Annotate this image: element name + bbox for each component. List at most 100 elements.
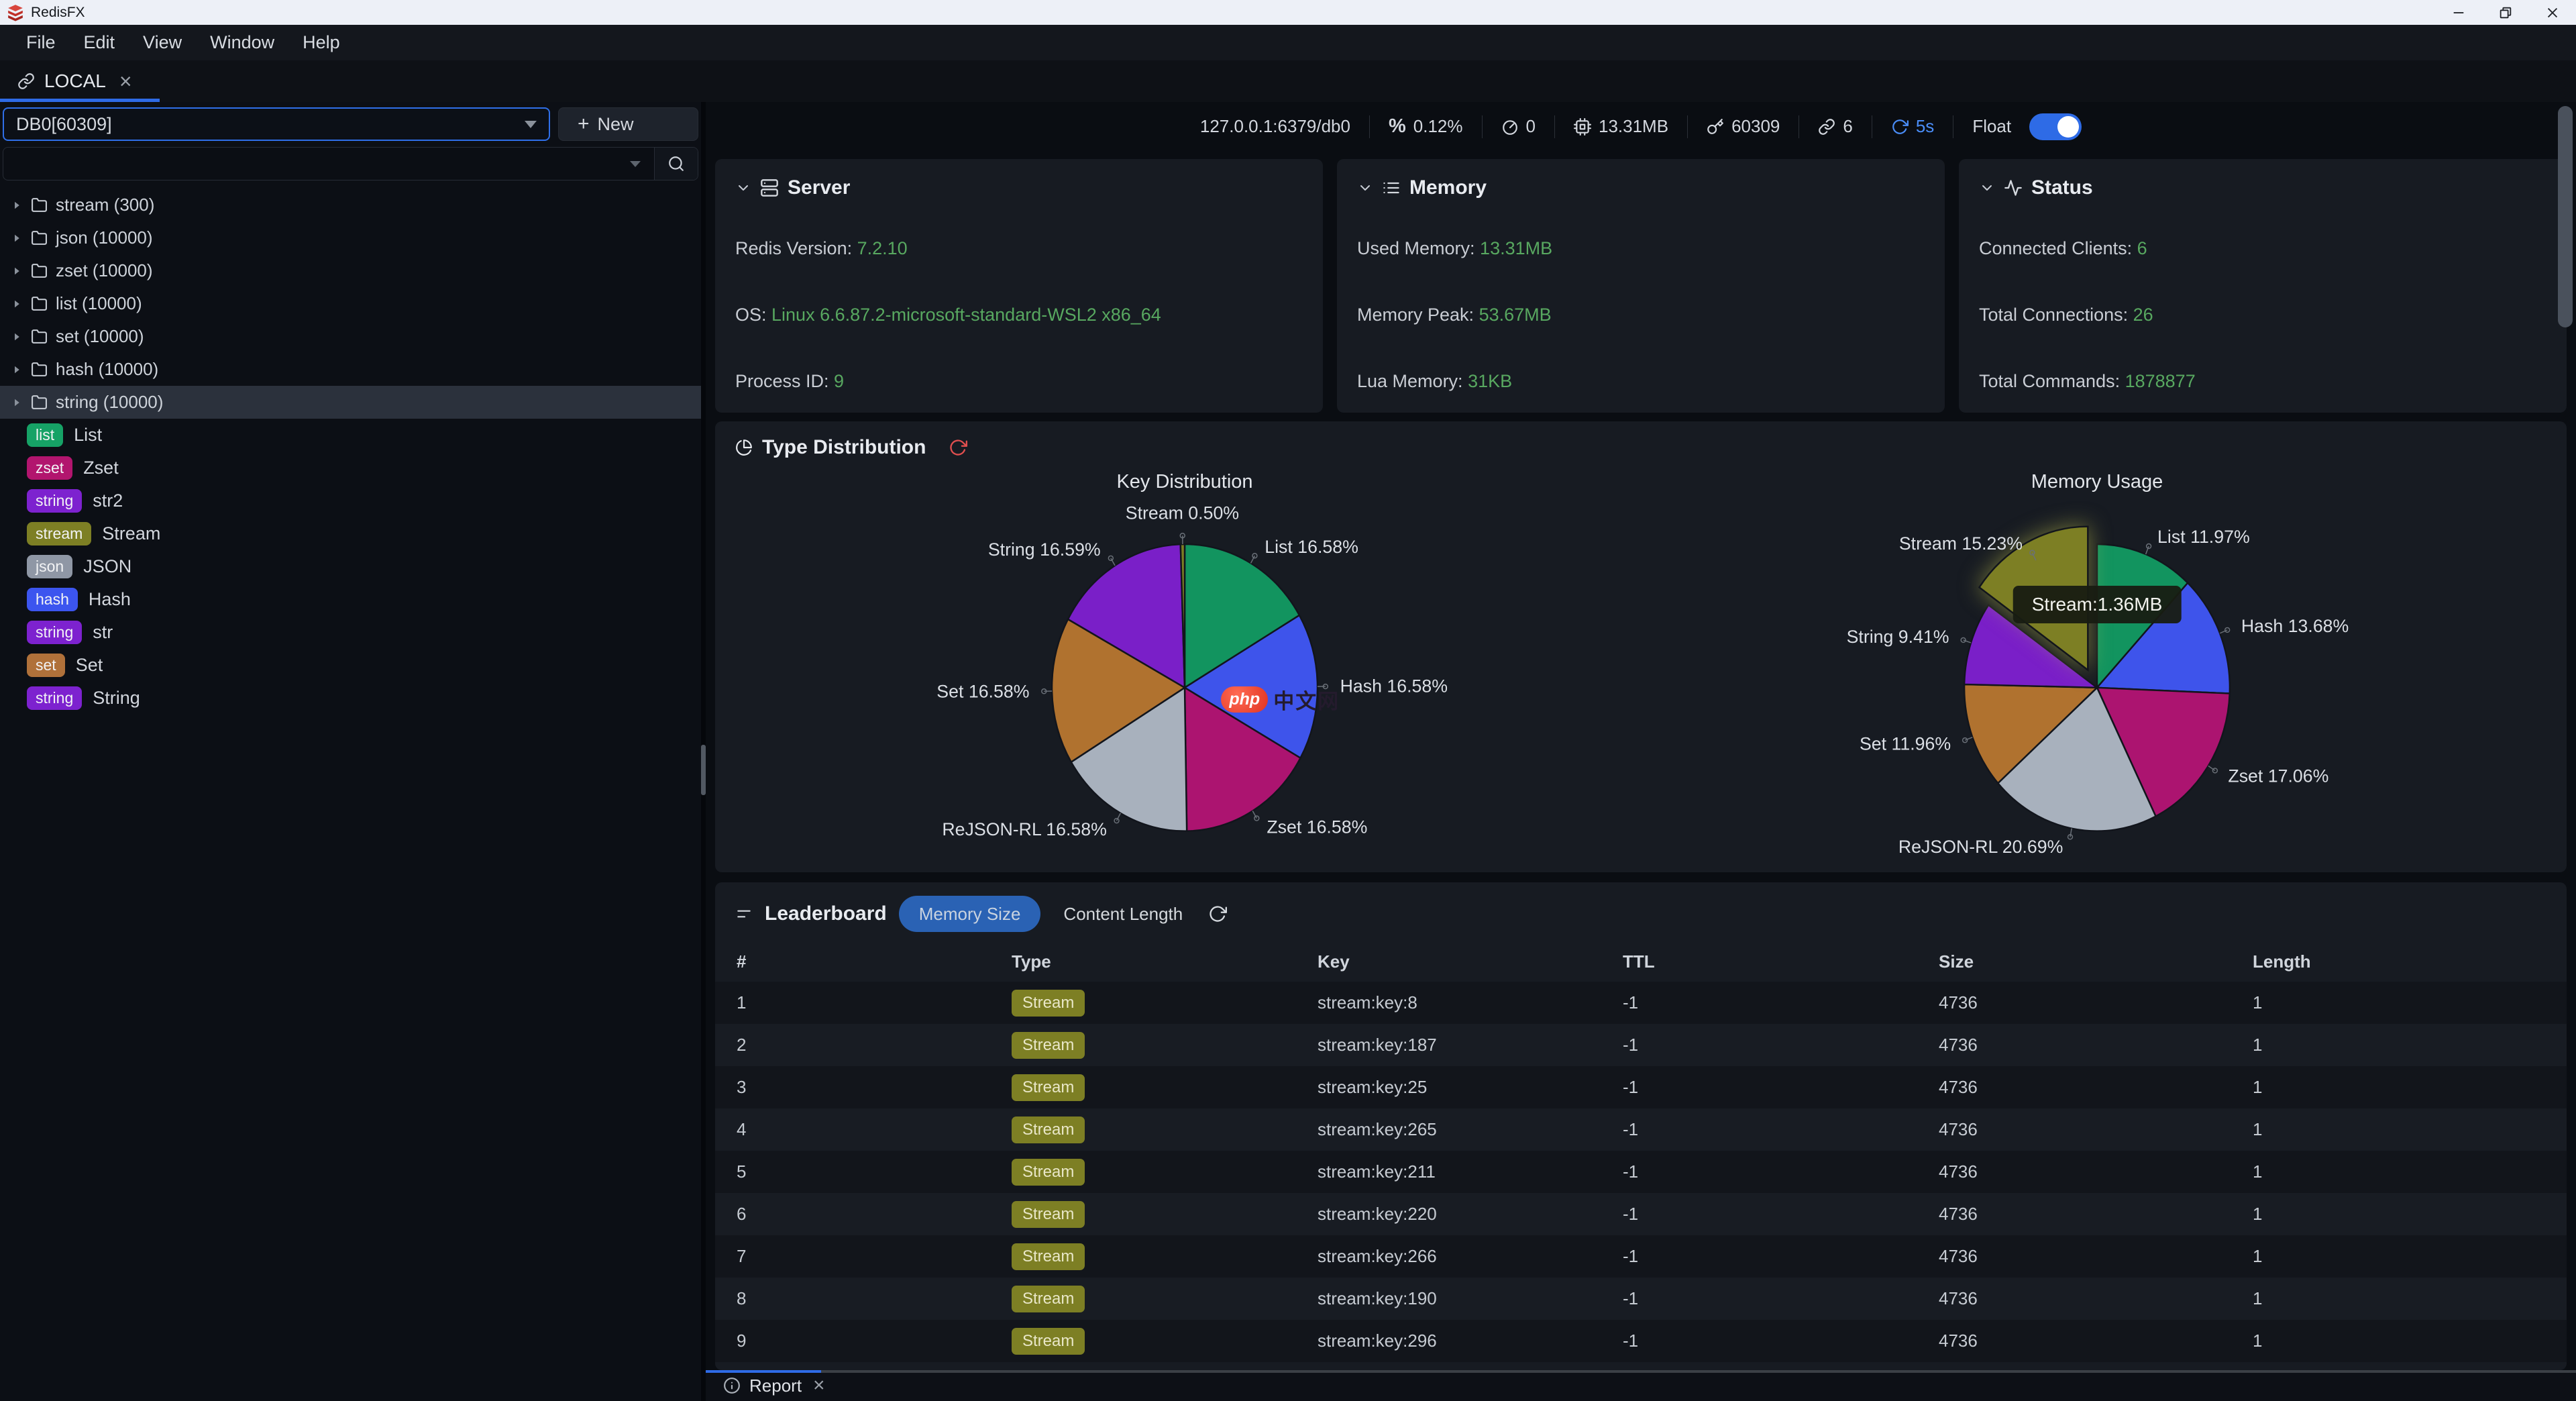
vertical-scrollbar-thumb[interactable] — [2558, 106, 2573, 327]
close-tab-icon[interactable]: × — [119, 70, 132, 92]
caret-right-icon[interactable] — [11, 265, 23, 277]
leaderboard-row[interactable]: 6 Stream stream:key:220 -1 4736 1 — [715, 1193, 2567, 1235]
type-badge-stream: Stream — [1012, 1286, 1085, 1312]
folder-label: string (10000) — [56, 392, 163, 413]
resize-handle[interactable] — [701, 745, 706, 795]
key-str2[interactable]: stringstr2 — [0, 484, 701, 517]
leaderboard-row[interactable]: 9 Stream stream:key:296 -1 4736 1 — [715, 1320, 2567, 1362]
cpu-usage: %0.12% — [1389, 115, 1463, 138]
key-label: JSON — [83, 556, 131, 577]
folder-json[interactable]: json (10000) — [0, 221, 701, 254]
menu-window[interactable]: Window — [196, 32, 288, 53]
menu-help[interactable]: Help — [288, 32, 354, 53]
type-badge-stream: Stream — [1012, 1117, 1085, 1143]
folder-icon — [31, 229, 48, 246]
cell-size: 4736 — [1939, 1204, 2253, 1225]
connection-tab-local[interactable]: LOCAL × — [0, 60, 144, 102]
caret-right-icon[interactable] — [11, 298, 23, 310]
chevron-down-icon — [525, 121, 537, 128]
folder-set[interactable]: set (10000) — [0, 320, 701, 353]
folder-zset[interactable]: zset (10000) — [0, 254, 701, 287]
leaderboard-row[interactable]: 2 Stream stream:key:187 -1 4736 1 — [715, 1024, 2567, 1066]
sidebar-resize-divider[interactable] — [701, 102, 706, 1401]
tab-content-length[interactable]: Content Length — [1063, 904, 1183, 925]
search-button[interactable] — [654, 148, 698, 180]
leaderboard-row[interactable]: 4 Stream stream:key:265 -1 4736 1 — [715, 1108, 2567, 1151]
list-icon — [1382, 178, 1401, 197]
close-button[interactable] — [2529, 0, 2576, 25]
db-select[interactable]: DB0[60309] — [3, 107, 550, 141]
stat-value: 13.31MB — [1480, 238, 1552, 258]
minimize-button[interactable] — [2435, 0, 2482, 25]
folder-icon — [31, 361, 48, 378]
pie-label: Hash 16.58% — [1340, 676, 1448, 696]
leaderboard-icon — [735, 905, 753, 923]
search-input[interactable] — [3, 148, 630, 180]
restore-button[interactable] — [2482, 0, 2529, 25]
new-key-button[interactable]: + New — [558, 107, 698, 141]
refresh-icon[interactable] — [949, 438, 967, 457]
caret-right-icon[interactable] — [11, 232, 23, 244]
pie-chart-svg: List 11.97%Hash 13.68%Zset 17.06%ReJSON-… — [1641, 493, 2553, 859]
memory-used: 13.31MB — [1574, 116, 1668, 137]
chevron-down-icon[interactable] — [735, 180, 751, 196]
leaderboard-row[interactable]: 8 Stream stream:key:190 -1 4736 1 — [715, 1278, 2567, 1320]
key-Stream[interactable]: streamStream — [0, 517, 701, 550]
leaderboard-row[interactable]: 1 Stream stream:key:8 -1 4736 1 — [715, 982, 2567, 1024]
folder-string[interactable]: string (10000) — [0, 386, 701, 419]
caret-right-icon[interactable] — [11, 331, 23, 343]
menu-file[interactable]: File — [12, 32, 70, 53]
refresh-icon[interactable] — [1208, 904, 1227, 923]
close-report-tab-icon[interactable]: × — [813, 1376, 825, 1396]
float-toggle[interactable] — [2029, 113, 2082, 140]
key-JSON[interactable]: jsonJSON — [0, 550, 701, 583]
leaderboard-row[interactable]: 5 Stream stream:key:211 -1 4736 1 — [715, 1151, 2567, 1193]
caret-right-icon[interactable] — [11, 199, 23, 211]
key-label: List — [74, 425, 102, 446]
bottom-tab-bar: Report × — [706, 1370, 2576, 1401]
connection-tab-bar: LOCAL × — [0, 60, 2576, 102]
pie-label: Stream 0.50% — [1126, 503, 1239, 523]
folder-hash[interactable]: hash (10000) — [0, 353, 701, 386]
cell-length: 1 — [2253, 1035, 2567, 1055]
cell-size: 4736 — [1939, 1161, 2253, 1182]
key-String[interactable]: stringString — [0, 682, 701, 715]
menu-view[interactable]: View — [129, 32, 196, 53]
cell-index: 3 — [737, 1077, 1012, 1098]
chevron-down-icon[interactable] — [630, 161, 641, 167]
type-badge-stream: Stream — [1012, 1032, 1085, 1059]
pie-label: String 9.41% — [1847, 627, 1949, 647]
stat-line: Redis Version: 7.2.10 — [735, 238, 1303, 259]
report-tab[interactable]: Report × — [706, 1370, 2576, 1401]
type-badge-list: list — [27, 423, 63, 447]
key-Set[interactable]: setSet — [0, 649, 701, 682]
chevron-down-icon[interactable] — [1357, 180, 1373, 196]
type-badge-hash: hash — [27, 588, 78, 611]
cpu-chip-icon — [1574, 118, 1591, 136]
menu-edit[interactable]: Edit — [70, 32, 129, 53]
folder-list[interactable]: list (10000) — [0, 287, 701, 320]
cell-index: 8 — [737, 1288, 1012, 1309]
folder-stream[interactable]: stream (300) — [0, 189, 701, 221]
cell-key: stream:key:265 — [1318, 1119, 1623, 1140]
column-header-Type: Type — [1012, 951, 1318, 972]
auto-refresh[interactable]: 5s — [1891, 116, 1934, 137]
gauge-icon — [1501, 118, 1519, 136]
window-title: RedisFX — [31, 5, 85, 21]
key-str[interactable]: stringstr — [0, 616, 701, 649]
key-List[interactable]: list List — [0, 419, 701, 452]
section-title: Type Distribution — [762, 436, 926, 459]
caret-right-icon[interactable] — [11, 364, 23, 376]
leaderboard-row[interactable]: 3 Stream stream:key:25 -1 4736 1 — [715, 1066, 2567, 1108]
pie-label: List 16.58% — [1265, 537, 1358, 557]
leaderboard-row[interactable]: 7 Stream stream:key:266 -1 4736 1 — [715, 1235, 2567, 1278]
column-header-Size: Size — [1939, 951, 2253, 972]
tab-memory-size[interactable]: Memory Size — [899, 896, 1041, 932]
redis-logo-icon — [7, 4, 24, 21]
cell-size: 4736 — [1939, 992, 2253, 1013]
key-Hash[interactable]: hashHash — [0, 583, 701, 616]
caret-right-icon[interactable] — [11, 397, 23, 409]
cell-key: stream:key:220 — [1318, 1204, 1623, 1225]
chevron-down-icon[interactable] — [1979, 180, 1995, 196]
key-Zset[interactable]: zsetZset — [0, 452, 701, 484]
